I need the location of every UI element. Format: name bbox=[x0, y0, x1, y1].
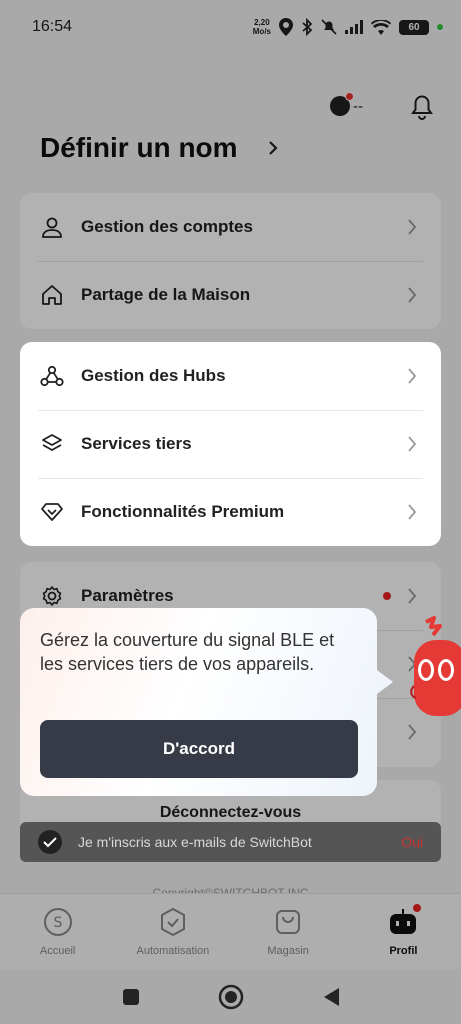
svg-text:S: S bbox=[53, 915, 62, 931]
shop-bag-icon bbox=[272, 906, 304, 938]
diamond-icon bbox=[40, 500, 64, 524]
chevron-right-icon bbox=[405, 586, 419, 606]
home-s-icon: S bbox=[42, 906, 74, 938]
chevron-right-icon bbox=[405, 217, 419, 237]
menu-item-premium-features[interactable]: Fonctionnalités Premium bbox=[20, 478, 441, 546]
mute-icon bbox=[321, 19, 337, 35]
menu-item-label: Paramètres bbox=[81, 586, 174, 605]
check-icon[interactable] bbox=[38, 830, 62, 854]
menu-item-home-sharing[interactable]: Partage de la Maison bbox=[20, 261, 441, 329]
profile-name-link[interactable]: Définir un nom bbox=[40, 132, 278, 164]
tab-label: Profil bbox=[389, 945, 418, 957]
hub-icon bbox=[40, 364, 64, 388]
chevron-right-icon bbox=[268, 141, 278, 155]
tab-home[interactable]: S Accueil bbox=[0, 894, 115, 969]
bell-icon[interactable] bbox=[409, 92, 435, 120]
menu-item-account-management[interactable]: Gestion des comptes bbox=[20, 193, 441, 261]
subscribe-yes-button[interactable]: Oui bbox=[401, 834, 423, 850]
status-icons: 2,20 Mo/s 60 bbox=[253, 18, 443, 36]
tab-label: Automatisation bbox=[136, 945, 210, 957]
services-card: Gestion des Hubs Services tiers Fonction… bbox=[20, 342, 441, 546]
privacy-dot bbox=[437, 24, 443, 30]
page-title: Définir un nom bbox=[40, 132, 238, 163]
status-bar: 16:54 2,20 Mo/s 60 bbox=[0, 0, 461, 54]
tab-label: Magasin bbox=[267, 945, 309, 957]
back-icon[interactable] bbox=[322, 987, 340, 1007]
recents-icon[interactable] bbox=[122, 988, 140, 1006]
wifi-icon bbox=[371, 19, 391, 35]
menu-item-label: Fonctionnalités Premium bbox=[81, 502, 285, 521]
layers-icon bbox=[40, 432, 64, 456]
logout-label: Déconnectez-vous bbox=[159, 804, 302, 821]
system-nav-bar bbox=[0, 969, 461, 1024]
notification-dot bbox=[413, 904, 422, 912]
update-dot bbox=[383, 592, 391, 600]
tab-shop[interactable]: Magasin bbox=[231, 894, 346, 969]
user-icon bbox=[40, 215, 64, 239]
notification-dot bbox=[345, 92, 354, 101]
energy-icon bbox=[330, 92, 354, 116]
signal-icon bbox=[345, 20, 363, 34]
menu-item-third-party-services[interactable]: Services tiers bbox=[20, 410, 441, 478]
chevron-right-icon bbox=[405, 366, 419, 386]
email-banner-text: Je m'inscris aux e-mails de SwitchBot bbox=[78, 834, 312, 850]
menu-item-hub-management[interactable]: Gestion des Hubs bbox=[20, 342, 441, 410]
robot-icon bbox=[387, 904, 422, 938]
bluetooth-icon bbox=[302, 18, 313, 36]
menu-item-label: Partage de la Maison bbox=[81, 285, 251, 304]
home-icon bbox=[40, 283, 64, 307]
tab-label: Accueil bbox=[39, 945, 76, 957]
bottom-tab-bar: S Accueil Automatisation Magasin Profil bbox=[0, 893, 461, 969]
location-icon bbox=[279, 18, 293, 36]
menu-item-label: Gestion des comptes bbox=[81, 217, 253, 236]
battery-indicator: 60 bbox=[399, 19, 429, 35]
gear-icon bbox=[40, 584, 64, 608]
chevron-right-icon bbox=[405, 502, 419, 522]
menu-item-label: Gestion des Hubs bbox=[81, 366, 226, 385]
tab-profile[interactable]: Profil bbox=[346, 894, 461, 969]
account-card: Gestion des comptes Partage de la Maison bbox=[20, 193, 441, 329]
energy-value: -- bbox=[353, 97, 363, 115]
mascot-robot-icon bbox=[410, 616, 461, 716]
home-nav-icon[interactable] bbox=[218, 984, 244, 1010]
energy-button[interactable]: -- bbox=[330, 92, 363, 116]
tab-automation[interactable]: Automatisation bbox=[115, 894, 230, 969]
chevron-right-icon bbox=[405, 285, 419, 305]
onboarding-tooltip: Gérez la couverture du signal BLE et les… bbox=[20, 608, 393, 796]
automation-icon bbox=[157, 906, 189, 938]
clock: 16:54 bbox=[32, 18, 73, 35]
tooltip-ok-button[interactable]: D'accord bbox=[40, 720, 358, 778]
chevron-right-icon bbox=[405, 434, 419, 454]
tooltip-message: Gérez la couverture du signal BLE et les… bbox=[40, 630, 335, 674]
menu-item-label: Services tiers bbox=[81, 434, 192, 453]
email-subscription-banner: Je m'inscris aux e-mails de SwitchBot Ou… bbox=[20, 822, 441, 862]
header-actions: -- bbox=[330, 92, 435, 120]
network-speed: 2,20 Mo/s bbox=[252, 18, 271, 36]
